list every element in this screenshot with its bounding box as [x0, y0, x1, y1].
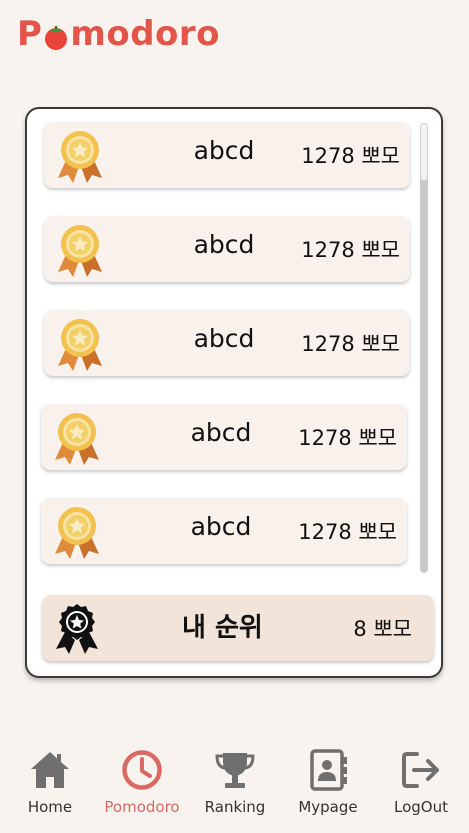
ranking-row-name: abcd [193, 324, 255, 353]
app-title-suffix: modoro [70, 14, 221, 54]
nav-logout-label: LogOut [394, 798, 448, 816]
ranking-row-score: 1278 뽀모 [301, 332, 400, 356]
app-title: P modoro [17, 14, 220, 54]
gold-medal-icon [54, 316, 106, 372]
my-rank-row[interactable]: 내 순위 8 뽀모 [42, 595, 434, 661]
nav-pomodoro[interactable]: Pomodoro [97, 748, 187, 816]
gold-medal-icon [51, 410, 103, 466]
nav-pomodoro-label: Pomodoro [104, 798, 180, 816]
nav-mypage[interactable]: Mypage [283, 748, 373, 816]
nav-ranking-label: Ranking [204, 798, 266, 816]
ranking-row-score: 1278 뽀모 [301, 144, 400, 168]
ranking-row[interactable]: abcd 1278 뽀모 [44, 310, 410, 376]
clock-icon [122, 750, 162, 790]
rank-badge-icon [53, 602, 101, 654]
trophy-icon [215, 753, 255, 788]
scrollbar-thumb[interactable] [420, 123, 428, 181]
bottom-nav: Home Pomodoro Ranking Mypage LogOut [0, 748, 469, 828]
nav-home[interactable]: Home [5, 748, 95, 816]
ranking-row[interactable]: abcd 1278 뽀모 [44, 216, 410, 282]
home-icon [31, 752, 69, 788]
tomato-icon [43, 21, 69, 51]
ranking-row[interactable]: abcd 1278 뽀모 [41, 498, 407, 564]
ranking-row-name: abcd [193, 230, 255, 259]
ranking-row-score: 1278 뽀모 [301, 238, 400, 262]
ranking-row-name: abcd [190, 418, 252, 447]
my-rank-label: 내 순위 [182, 613, 263, 643]
gold-medal-icon [54, 222, 106, 278]
nav-mypage-label: Mypage [298, 798, 358, 816]
ranking-row-name: abcd [190, 512, 252, 541]
ranking-row[interactable]: abcd 1278 뽀모 [44, 122, 410, 188]
nav-home-label: Home [27, 798, 73, 816]
ranking-row[interactable]: abcd 1278 뽀모 [41, 404, 407, 470]
ranking-panel: abcd 1278 뽀모 abcd 1278 뽀모 abcd 1278 뽀모 a… [25, 107, 443, 678]
logout-icon [402, 752, 439, 788]
app-title-prefix: P [17, 14, 43, 54]
contact-book-icon [310, 749, 347, 791]
ranking-row-score: 1278 뽀모 [298, 520, 397, 544]
ranking-row-score: 1278 뽀모 [298, 426, 397, 450]
ranking-row-name: abcd [193, 136, 255, 165]
nav-logout[interactable]: LogOut [376, 748, 466, 816]
gold-medal-icon [54, 128, 106, 184]
nav-ranking[interactable]: Ranking [190, 748, 280, 816]
my-rank-score: 8 뽀모 [353, 617, 412, 641]
scrollbar[interactable] [420, 123, 428, 573]
gold-medal-icon [51, 504, 103, 560]
